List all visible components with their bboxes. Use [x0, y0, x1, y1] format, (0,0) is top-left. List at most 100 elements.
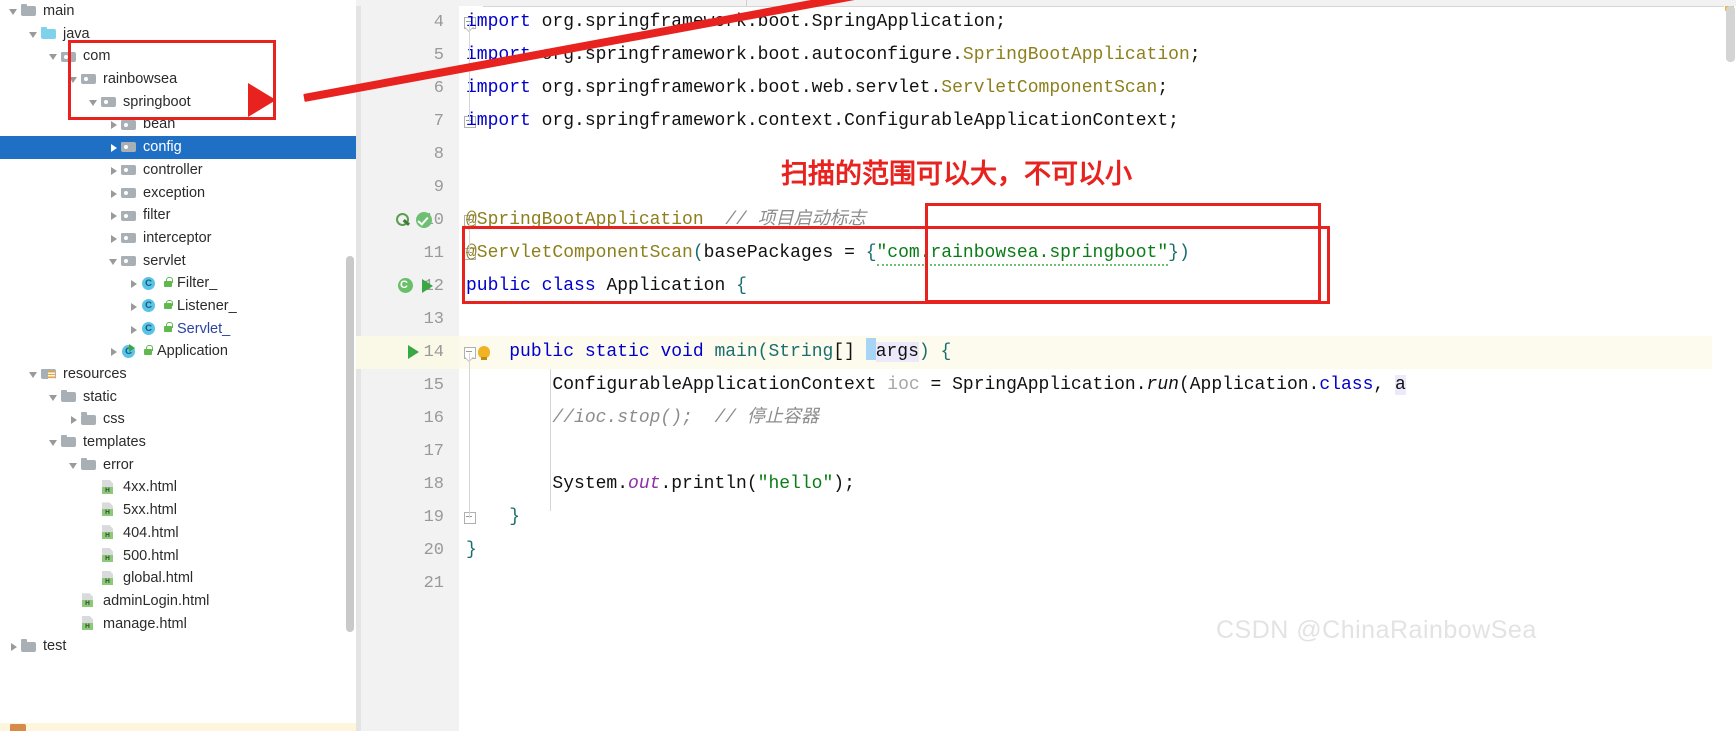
chevron-right-icon[interactable] [108, 136, 121, 159]
tree-item-label: Filter_ [177, 272, 217, 295]
tree-item-filter[interactable]: filter [0, 204, 356, 227]
code-token: public static void [509, 342, 714, 362]
tree-item-5xx-html[interactable]: 5xx.html [0, 499, 356, 522]
chevron-right-icon[interactable] [128, 318, 141, 341]
tree-item-4xx-html[interactable]: 4xx.html [0, 476, 356, 499]
tree-item-listener[interactable]: Listener_ [0, 295, 356, 318]
project-tree-scrollbar[interactable] [346, 256, 354, 632]
chevron-down-icon[interactable] [48, 431, 61, 454]
tree-item-label: 404.html [123, 522, 179, 545]
editor-line[interactable]: 15 ConfigurableApplicationContext ioc = … [356, 369, 1736, 402]
tree-item-filter[interactable]: Filter_ [0, 272, 356, 295]
chevron-down-icon[interactable] [48, 45, 61, 68]
code-token: ); [833, 474, 855, 494]
code-token: import [466, 12, 542, 32]
code-token: .println( [660, 474, 757, 494]
spring-bean-icon[interactable] [398, 278, 415, 295]
tree-item-manage-html[interactable]: manage.html [0, 613, 356, 636]
chevron-right-icon[interactable] [8, 635, 21, 658]
editor-line[interactable]: 5import org.springframework.boot.autocon… [356, 39, 1736, 72]
tree-item-servlet[interactable]: servlet [0, 250, 356, 273]
tree-item-label: error [103, 454, 134, 477]
tree-item-exception[interactable]: exception [0, 182, 356, 205]
line-code[interactable]: } [466, 501, 520, 534]
tree-item-controller[interactable]: controller [0, 159, 356, 182]
chevron-right-icon[interactable] [108, 182, 121, 205]
line-number: 15 [356, 369, 444, 402]
editor-line[interactable]: 17 [356, 435, 1736, 468]
run-method-icon[interactable] [408, 345, 419, 359]
spring-bean-check-icon[interactable] [416, 212, 432, 228]
spring-search-icon[interactable] [396, 213, 411, 228]
chevron-right-icon[interactable] [108, 340, 121, 363]
folder-icon [61, 434, 78, 450]
chevron-right-icon[interactable] [68, 408, 81, 431]
chevron-right-icon[interactable] [128, 272, 141, 295]
chevron-down-icon[interactable] [28, 363, 41, 386]
tree-item-static[interactable]: static [0, 386, 356, 409]
chevron-down-icon[interactable] [8, 0, 21, 23]
tree-item-test[interactable]: test [0, 635, 356, 658]
chevron-right-icon[interactable] [128, 295, 141, 318]
html-file-icon [101, 571, 118, 587]
project-tree-partial-row[interactable] [0, 723, 356, 731]
tree-item-adminlogin-html[interactable]: adminLogin.html [0, 590, 356, 613]
editor-vertical-scrollbar[interactable] [1724, 6, 1736, 731]
tree-item-error[interactable]: error [0, 454, 356, 477]
scrollbar-thumb[interactable] [1726, 6, 1735, 62]
code-token: a [1395, 375, 1406, 395]
tree-item-label: global.html [123, 567, 193, 590]
tree-item-label: css [103, 408, 125, 431]
line-code[interactable]: ConfigurableApplicationContext ioc = Spr… [466, 369, 1406, 402]
line-code[interactable]: import org.springframework.boot.web.serv… [466, 72, 1168, 105]
tree-item-resources[interactable]: resources [0, 363, 356, 386]
line-number: 11 [356, 237, 444, 270]
editor-line[interactable]: 13 [356, 303, 1736, 336]
editor-line[interactable]: 19 } [356, 501, 1736, 534]
line-code[interactable]: import org.springframework.context.Confi… [466, 105, 1179, 138]
tree-item-application[interactable]: Application [0, 340, 356, 363]
line-code[interactable]: } [466, 534, 477, 567]
editor-line[interactable]: 20} [356, 534, 1736, 567]
code-token: out [628, 474, 660, 494]
chevron-down-icon[interactable] [48, 386, 61, 409]
editor-line[interactable]: 18 System.out.println("hello"); [356, 468, 1736, 501]
tree-item-main[interactable]: main [0, 0, 356, 23]
indent-guide [550, 369, 551, 511]
line-code[interactable]: public static void main(String[] args) { [466, 336, 951, 369]
editor-line[interactable]: 16 //ioc.stop(); // 停止容器 [356, 402, 1736, 435]
chevron-right-icon[interactable] [108, 159, 121, 182]
editor-line[interactable]: 14 public static void main(String[] args… [356, 336, 1736, 369]
tree-item-404-html[interactable]: 404.html [0, 522, 356, 545]
chevron-down-icon[interactable] [68, 454, 81, 477]
editor-line[interactable]: 4import org.springframework.boot.SpringA… [356, 6, 1736, 39]
tree-item-500-html[interactable]: 500.html [0, 545, 356, 568]
tree-item-label: main [43, 0, 74, 23]
tree-item-servlet[interactable]: Servlet_ [0, 318, 356, 341]
code-token: org.springframework.boot.web.servlet. [542, 78, 942, 98]
line-code[interactable]: //ioc.stop(); // 停止容器 [466, 402, 819, 435]
tree-item-config[interactable]: config [0, 136, 356, 159]
tree-item-templates[interactable]: templates [0, 431, 356, 454]
chevron-down-icon[interactable] [28, 23, 41, 46]
editor-line[interactable]: 21 [356, 567, 1736, 600]
line-code[interactable]: System.out.println("hello"); [466, 468, 855, 501]
tree-item-interceptor[interactable]: interceptor [0, 227, 356, 250]
chevron-down-icon[interactable] [108, 250, 121, 273]
line-code[interactable]: import org.springframework.boot.SpringAp… [466, 6, 1006, 39]
tree-item-css[interactable]: css [0, 408, 356, 431]
chevron-right-icon[interactable] [108, 227, 121, 250]
code-token: import [466, 78, 542, 98]
chevron-right-icon[interactable] [108, 204, 121, 227]
tree-item-global-html[interactable]: global.html [0, 567, 356, 590]
intention-bulb-icon[interactable] [478, 346, 490, 358]
folder-icon [10, 724, 26, 731]
editor-line[interactable]: 6import org.springframework.boot.web.ser… [356, 72, 1736, 105]
package-icon [121, 139, 138, 155]
run-method-icon[interactable] [422, 279, 433, 293]
editor-line[interactable]: 7import org.springframework.context.Conf… [356, 105, 1736, 138]
code-token: ( [758, 342, 769, 362]
code-token: org.springframework.boot.SpringApplicati… [542, 12, 1006, 32]
no-chevron-spacer [68, 613, 81, 636]
tree-item-label: adminLogin.html [103, 590, 209, 613]
